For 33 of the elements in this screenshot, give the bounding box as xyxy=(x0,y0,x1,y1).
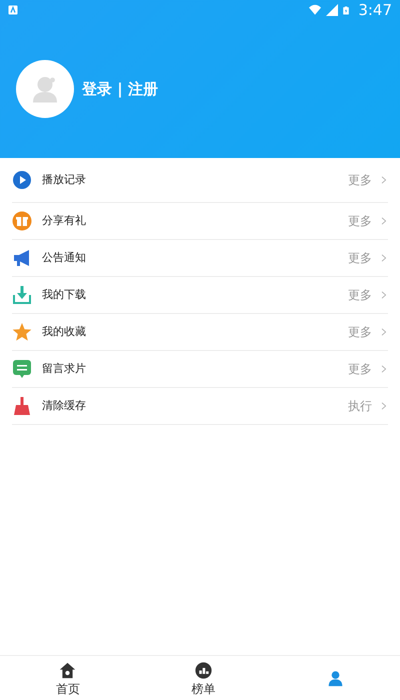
chevron-right-icon xyxy=(380,174,388,186)
menu-item[interactable]: 我的收藏 更多 xyxy=(12,314,388,351)
menu-item[interactable]: 留言求片 更多 xyxy=(12,351,388,388)
gift-icon xyxy=(12,211,32,231)
menu-item[interactable]: 清除缓存 执行 xyxy=(12,388,388,425)
nav-tab[interactable]: 榜单 xyxy=(191,662,216,694)
broom-icon xyxy=(12,396,32,416)
nav-tab[interactable] xyxy=(327,670,344,686)
menu-item[interactable]: 分享有礼 更多 xyxy=(12,203,388,240)
battery-icon xyxy=(342,4,350,16)
menu-item[interactable]: 播放记录 更多 xyxy=(12,158,388,203)
signal-icon xyxy=(326,4,338,16)
menu-item[interactable]: 公告通知 更多 xyxy=(12,240,388,277)
chevron-right-icon xyxy=(380,400,388,412)
chevron-right-icon xyxy=(380,289,388,301)
nav-tab[interactable]: 首页 xyxy=(56,662,80,694)
play-icon xyxy=(12,170,32,190)
chevron-right-icon xyxy=(380,326,388,338)
wifi-icon xyxy=(308,4,322,16)
status-time: 3:47 xyxy=(358,0,392,21)
notification-icon xyxy=(8,5,18,15)
chevron-right-icon xyxy=(380,363,388,375)
chevron-right-icon xyxy=(380,252,388,264)
menu-item[interactable]: 我的下载 更多 xyxy=(12,277,388,314)
chart-icon xyxy=(194,662,212,678)
person-icon xyxy=(30,74,60,104)
megaphone-icon xyxy=(12,248,32,268)
person-icon xyxy=(327,670,344,686)
download-icon xyxy=(12,285,32,305)
message-icon xyxy=(12,359,32,379)
chevron-right-icon xyxy=(380,215,388,227)
star-icon xyxy=(12,322,32,342)
home-icon xyxy=(59,662,76,678)
